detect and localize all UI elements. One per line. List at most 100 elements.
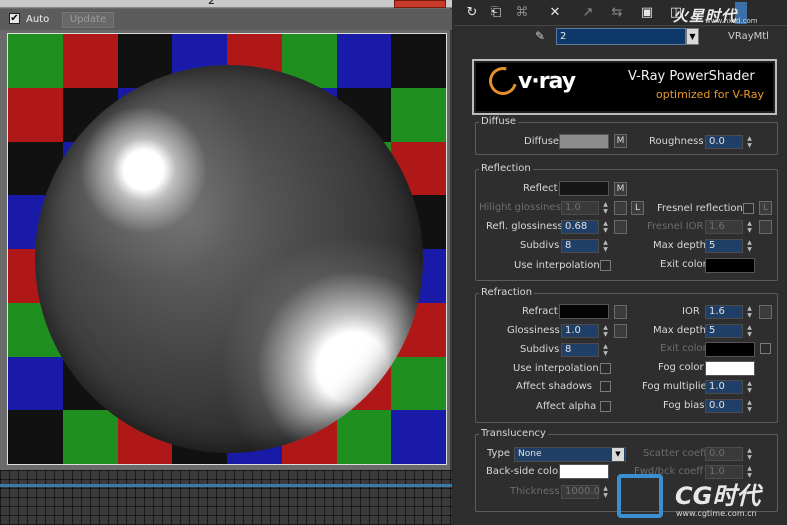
diffuse-group-title: Diffuse: [479, 116, 519, 127]
fog-color-label: Fog color: [658, 362, 704, 373]
cgtime-watermark: CG时代: [675, 482, 761, 510]
scatter-coeff-input[interactable]: 0.0: [705, 447, 743, 461]
material-type-button[interactable]: VRayMtl: [728, 31, 769, 42]
refraction-max-depth-input[interactable]: 5: [705, 324, 743, 338]
translucency-type-dropdown[interactable]: None: [514, 447, 626, 462]
refraction-subdivs-spinner[interactable]: ▲ ▼: [601, 343, 610, 357]
hilight-map-button[interactable]: [614, 201, 627, 215]
fog-bias-input[interactable]: 0.0: [705, 399, 743, 413]
back-side-color-swatch[interactable]: [559, 464, 609, 479]
banner-subtitle: optimized for V-Ray: [656, 88, 764, 101]
ior-input[interactable]: 1.6: [705, 305, 743, 319]
refract-map-button[interactable]: [614, 305, 627, 319]
cgtime-url: www.cgtime.com.cn: [676, 509, 757, 518]
refraction-exit-color-swatch[interactable]: [705, 342, 755, 357]
roughness-spinner[interactable]: ▲ ▼: [745, 135, 754, 149]
refraction-max-depth-spinner[interactable]: ▲ ▼: [745, 324, 754, 338]
translucency-type-label: Type: [487, 448, 510, 459]
refraction-glossiness-map-button[interactable]: [614, 324, 627, 338]
update-button[interactable]: Update: [62, 12, 114, 28]
delete-icon[interactable]: ✕: [547, 5, 563, 21]
reflection-interpolation-checkbox[interactable]: [600, 260, 611, 271]
fresnel-ior-input[interactable]: 1.6: [705, 220, 743, 234]
refraction-group-title: Refraction: [479, 287, 535, 298]
reflection-max-depth-input[interactable]: 5: [705, 239, 743, 253]
fog-multiplier-input[interactable]: 1.0: [705, 380, 743, 394]
ior-map-button[interactable]: [759, 305, 772, 319]
viewport-grid: [0, 470, 452, 525]
auto-checkbox[interactable]: ✔: [9, 13, 20, 24]
refraction-glossiness-spinner[interactable]: ▲ ▼: [601, 324, 610, 338]
assign-icon[interactable]: ⌘: [514, 5, 530, 21]
checker-cell: [8, 356, 63, 411]
checker-cell: [391, 410, 446, 464]
reflection-subdivs-label: Subdivs: [520, 240, 560, 251]
fresnel-ior-spinner[interactable]: ▲ ▼: [745, 220, 754, 234]
refract-color-swatch[interactable]: [559, 304, 609, 319]
refl-glossiness-label: Refl. glossiness: [486, 221, 563, 232]
material-name-field[interactable]: 2: [556, 28, 686, 45]
checker-cell: [391, 356, 446, 411]
reflection-subdivs-input[interactable]: 8: [561, 239, 599, 253]
ior-spinner[interactable]: ▲ ▼: [745, 305, 754, 319]
checker-cell: [336, 410, 392, 464]
thickness-input[interactable]: 1000.0: [561, 485, 600, 499]
preview-titlebar[interactable]: [0, 0, 452, 8]
fog-multiplier-spinner[interactable]: ▲ ▼: [745, 380, 754, 394]
eyedropper-icon[interactable]: ✎: [535, 29, 545, 43]
thickness-spinner[interactable]: ▲ ▼: [601, 485, 610, 499]
fresnel-ior-map-button[interactable]: [759, 220, 772, 234]
scatter-coeff-spinner[interactable]: ▲ ▼: [745, 447, 754, 461]
reflect-map-button[interactable]: M: [614, 182, 627, 196]
chevron-down-icon[interactable]: ▼: [686, 28, 699, 45]
fresnel-reflections-label: Fresnel reflections: [657, 203, 749, 214]
chevron-down-icon[interactable]: ▼: [612, 448, 624, 461]
put-to-library-icon[interactable]: ⇆: [609, 5, 625, 21]
fog-color-swatch[interactable]: [705, 361, 755, 376]
affect-alpha-checkbox[interactable]: [600, 401, 611, 412]
refraction-exit-color-checkbox[interactable]: [760, 343, 771, 354]
refraction-subdivs-input[interactable]: 8: [561, 343, 599, 357]
make-unique-icon[interactable]: ↗: [580, 5, 596, 21]
get-material-icon[interactable]: ↻: [464, 5, 480, 21]
affect-alpha-label: Affect alpha: [536, 401, 597, 412]
checker-cell: [8, 410, 63, 464]
affect-shadows-checkbox[interactable]: [600, 381, 611, 392]
fresnel-lock-button[interactable]: L: [759, 201, 772, 215]
hilight-glossiness-label: Hilight glossiness: [479, 202, 566, 213]
hilight-glossiness-input[interactable]: 1.0: [561, 201, 599, 215]
reflect-color-swatch[interactable]: [559, 181, 609, 196]
reflection-subdivs-spinner[interactable]: ▲ ▼: [601, 239, 610, 253]
close-button[interactable]: [394, 0, 446, 8]
refraction-glossiness-label: Glossiness: [507, 325, 560, 336]
material-sphere: [35, 65, 423, 453]
ior-label: IOR: [682, 306, 700, 317]
refl-glossiness-input[interactable]: 0.68: [561, 220, 599, 234]
refraction-glossiness-input[interactable]: 1.0: [561, 324, 599, 338]
hilight-glossiness-spinner[interactable]: ▲ ▼: [601, 201, 610, 215]
auto-label: Auto: [26, 14, 50, 25]
diffuse-label: Diffuse: [524, 136, 560, 147]
reflection-max-depth-spinner[interactable]: ▲ ▼: [745, 239, 754, 253]
refract-label: Refract: [522, 306, 558, 317]
banner-title: V-Ray PowerShader: [628, 69, 755, 84]
material-id-icon[interactable]: ▣: [639, 5, 655, 21]
refl-glossiness-map-button[interactable]: [614, 220, 627, 234]
fog-bias-spinner[interactable]: ▲ ▼: [745, 399, 754, 413]
thickness-label: Thickness: [510, 486, 560, 497]
checker-cell: [336, 34, 392, 88]
hilight-lock-button[interactable]: L: [631, 201, 644, 215]
reflection-exit-color-swatch[interactable]: [705, 258, 755, 273]
refraction-exit-color-label: Exit color: [660, 343, 707, 354]
put-material-icon[interactable]: ⎗: [488, 5, 504, 21]
refl-glossiness-spinner[interactable]: ▲ ▼: [601, 220, 610, 234]
diffuse-color-swatch[interactable]: [559, 134, 609, 149]
viewport-highlight-line: [0, 484, 452, 487]
fog-multiplier-label: Fog multiplier: [642, 381, 711, 392]
checker-cell: [391, 87, 446, 142]
roughness-input[interactable]: 0.0: [705, 135, 743, 149]
vray-logo-text: v·ray: [518, 69, 576, 94]
fresnel-reflections-checkbox[interactable]: [743, 203, 754, 214]
refraction-interpolation-checkbox[interactable]: [600, 363, 611, 374]
diffuse-map-button[interactable]: M: [614, 134, 627, 148]
